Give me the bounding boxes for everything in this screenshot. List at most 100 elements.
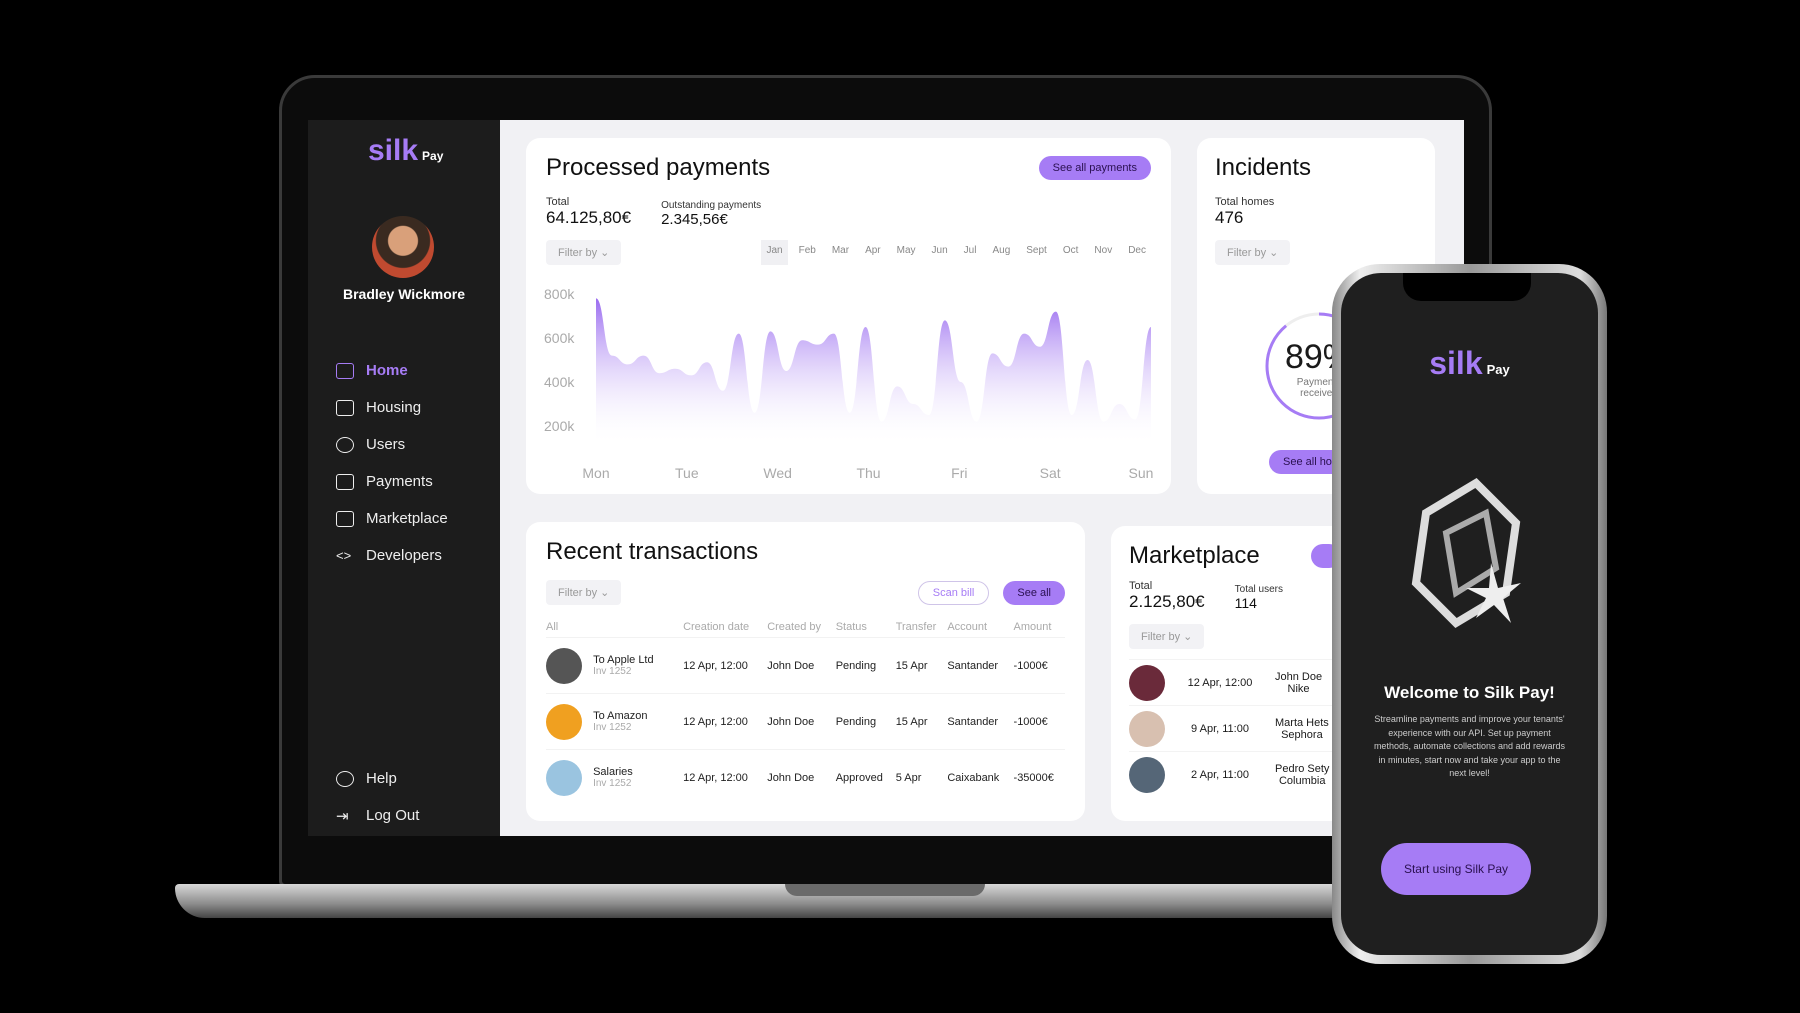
cell-date: 12 Apr, 12:00: [683, 693, 768, 750]
cell-amount: -35000€: [1013, 749, 1065, 806]
column-header[interactable]: Account: [947, 617, 1013, 638]
cell-by: John Doe: [767, 637, 836, 694]
filter-dropdown[interactable]: Filter by ⌄: [546, 580, 622, 605]
home-icon: [336, 362, 354, 379]
month-tab-apr[interactable]: Apr: [860, 240, 886, 265]
total-homes-value: 476: [1215, 208, 1244, 227]
table-row[interactable]: Salaries Inv 1252 12 Apr, 12:00 John Doe App…: [546, 749, 1065, 806]
see-all-button[interactable]: See all: [1003, 580, 1065, 605]
payee-thumbnail: [546, 759, 582, 796]
column-header[interactable]: Transfer: [896, 617, 948, 638]
month-tab-jul[interactable]: Jul: [959, 240, 982, 265]
scan-bill-button[interactable]: Scan bill: [917, 580, 990, 605]
payee-name: To Amazon: [593, 710, 648, 722]
filter-dropdown[interactable]: Filter by ⌄: [1215, 240, 1291, 265]
sidebar-item-users[interactable]: Users: [336, 426, 448, 463]
total-label: Total: [1129, 580, 1153, 592]
laptop-notch: [785, 884, 985, 896]
column-header[interactable]: Status: [836, 617, 896, 638]
y-tick-label: 600k: [544, 330, 575, 346]
table-row[interactable]: To Apple Ltd Inv 1252 12 Apr, 12:00 John Do…: [546, 637, 1065, 694]
phone-notch: [1403, 273, 1531, 301]
cell-date: 12 Apr, 12:00: [683, 749, 768, 806]
payee-thumbnail: [546, 647, 582, 684]
start-using-button[interactable]: Start using Silk Pay: [1381, 843, 1531, 895]
column-header[interactable]: Creation date: [683, 617, 767, 638]
y-tick-label: 800k: [544, 288, 575, 302]
sidebar-item-help[interactable]: Help: [336, 760, 419, 797]
brand-name: Sephora: [1281, 728, 1323, 741]
cell-status: Pending: [835, 693, 896, 750]
purchase-date: 12 Apr, 12:00: [1187, 676, 1253, 689]
cell-account: Santander: [947, 637, 1014, 694]
filter-dropdown[interactable]: Filter by ⌄: [1129, 624, 1205, 649]
filter-dropdown[interactable]: Filter by ⌄: [546, 240, 622, 265]
logo[interactable]: silk Pay: [368, 134, 443, 168]
payee-name: To Apple Ltd: [593, 654, 654, 666]
sidebar-item-home[interactable]: Home: [336, 352, 448, 389]
user-icon: [336, 436, 354, 453]
users-value: 114: [1234, 595, 1257, 611]
cell-date: 12 Apr, 12:00: [683, 637, 768, 694]
sidebar-item-marketplace[interactable]: Marketplace: [336, 500, 448, 537]
payments-chart: 800k 600k 400k 200k Mon Tue Wed Thu Fri Sat Sun: [544, 288, 1154, 481]
month-tab-jan[interactable]: Jan: [761, 240, 788, 265]
month-tab-jun[interactable]: Jun: [927, 240, 953, 265]
invoice-number: Inv 1252: [593, 778, 632, 790]
dashboard-screen: silk Pay Bradley Wickmore Home Housing Us…: [308, 120, 1464, 836]
total-value: 2.125,80€: [1129, 592, 1205, 611]
avatar[interactable]: [372, 216, 434, 278]
sidebar-nav: Home Housing Users Payments Marketplace …: [336, 352, 448, 574]
processed-payments-card: Processed payments See all payments Tota…: [526, 138, 1171, 494]
sidebar-item-developers[interactable]: <> Developers: [336, 537, 448, 574]
x-tick-label: Tue: [675, 465, 699, 481]
user-name: Bradley Wickmore: [342, 286, 466, 302]
month-tab-nov[interactable]: Nov: [1089, 240, 1117, 265]
cell-transfer: 5 Apr: [895, 749, 948, 806]
outstanding-value: 2.345,56€: [661, 211, 728, 228]
outstanding-label: Outstanding payments: [661, 200, 762, 211]
cell-account: Santander: [947, 693, 1014, 750]
month-tab-mar[interactable]: Mar: [827, 240, 854, 265]
card-title: Incidents: [1215, 154, 1312, 181]
total-value: 64.125,80€: [546, 208, 632, 227]
month-tab-oct[interactable]: Oct: [1058, 240, 1084, 265]
column-header[interactable]: Created by: [767, 617, 836, 638]
see-all-payments-button[interactable]: See all payments: [1038, 156, 1151, 180]
cell-status: Pending: [835, 637, 896, 694]
cell-by: John Doe: [767, 693, 836, 750]
payee-name: Salaries: [593, 766, 633, 779]
recent-transactions-card: Recent transactions Filter by ⌄ Scan bil…: [526, 522, 1085, 821]
month-tab-dec[interactable]: Dec: [1123, 240, 1151, 265]
credit-card-icon: [336, 473, 354, 490]
logout-icon: ⇥: [336, 807, 349, 825]
phone: silk Pay Welcome to Silk Pay! Streamline …: [1332, 264, 1607, 964]
brand-name: Columbia: [1278, 774, 1326, 787]
cell-account: Caixabank: [947, 749, 1014, 806]
month-tab-may[interactable]: May: [892, 240, 921, 265]
sidebar-item-logout[interactable]: ⇥ Log Out: [336, 797, 419, 834]
column-header[interactable]: Amount: [1014, 617, 1065, 638]
sidebar-item-housing[interactable]: Housing: [336, 389, 448, 426]
sidebar: silk Pay Bradley Wickmore Home Housing Us…: [308, 120, 500, 836]
cell-by: John Doe: [767, 749, 836, 806]
month-tab-sept[interactable]: Sept: [1021, 240, 1052, 265]
brand-name: Nike: [1287, 682, 1310, 695]
month-tabs: Jan Feb Mar Apr May Jun Jul Aug Sept Oct Nov Dec: [761, 240, 1151, 265]
y-tick-label: 400k: [544, 374, 575, 390]
total-homes-label: Total homes: [1215, 196, 1275, 208]
y-tick-label: 200k: [544, 418, 575, 434]
avatar: [1129, 710, 1165, 747]
buyer-name: Marta Hets: [1275, 716, 1329, 729]
cube-illustration: [1411, 477, 1521, 629]
x-tick-label: Mon: [582, 465, 609, 481]
month-tab-feb[interactable]: Feb: [794, 240, 821, 265]
sidebar-item-payments[interactable]: Payments: [336, 463, 448, 500]
invoice-number: Inv 1252: [593, 722, 632, 733]
column-header[interactable]: All: [546, 617, 683, 638]
month-tab-aug[interactable]: Aug: [987, 240, 1015, 265]
table-row[interactable]: To Amazon Inv 1252 12 Apr, 12:00 John Doe Pe…: [546, 693, 1065, 750]
users-label: Total users: [1234, 584, 1283, 595]
x-tick-label: Sun: [1129, 465, 1154, 481]
cell-transfer: 15 Apr: [895, 637, 948, 694]
